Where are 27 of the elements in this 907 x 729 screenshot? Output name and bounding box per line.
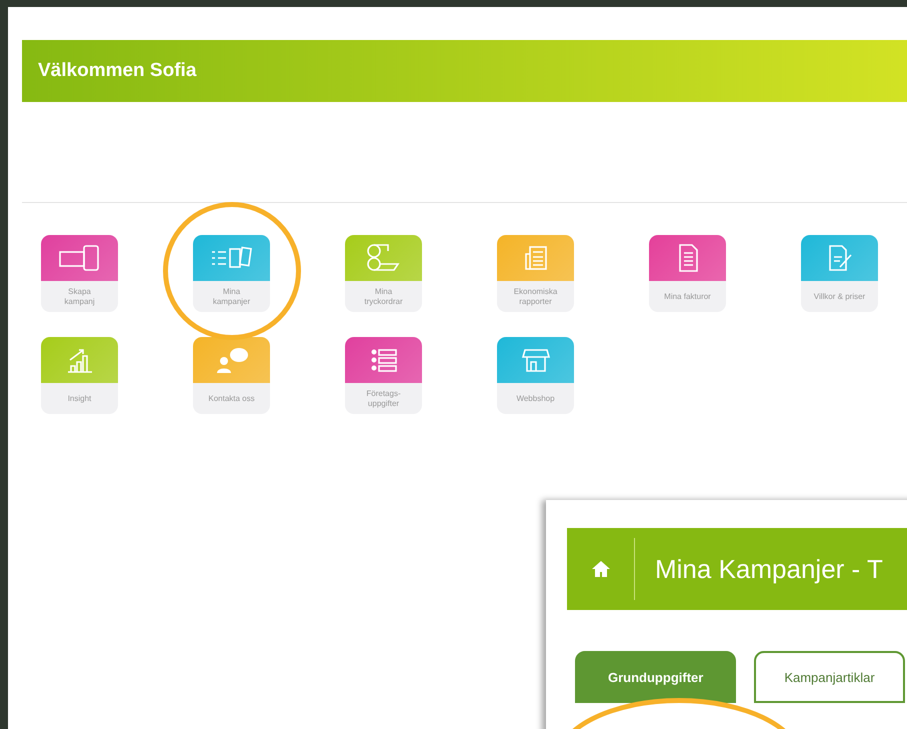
menu-tile[interactable]: Insight [41,337,118,414]
tile-label: Mina fakturor [663,292,712,302]
menu-tile[interactable]: Mina tryckordrar [345,235,422,312]
menu-tile[interactable]: Kontakta oss [193,337,270,414]
welcome-title: Välkommen Sofia [38,60,196,82]
tile-label: Kontakta oss [207,394,256,404]
tile-label: Företags-uppgifter [365,388,402,408]
tab[interactable]: Kampanjartiklar [754,651,905,703]
tile-label: Insight [66,394,92,404]
home-icon[interactable] [591,560,611,578]
menu-tile[interactable]: Skapa kampanj [41,235,118,312]
tile-label: Villkor & priser [812,292,866,302]
phone-tablet-icon [58,244,102,272]
menu-tile[interactable]: Mina fakturor [649,235,726,312]
tile-label: Mina tryckordrar [363,286,404,306]
tile-label: Skapa kampanj [63,286,96,306]
tile-label: Webbshop [515,394,556,404]
tile-label: Ekonomiska rapporter [512,286,558,306]
menu-tile[interactable]: Webbshop [497,337,574,414]
tab[interactable]: Grunduppgifter [575,651,736,703]
storefront-icon [520,346,550,374]
page-title: Mina Kampanjer - T [655,554,883,584]
menu-tile[interactable]: Företags-uppgifter [345,337,422,414]
menu-tile[interactable]: Mina kampanjer [193,235,270,312]
menu-tile[interactable]: Villkor & priser [801,235,878,312]
tile-label: Mina kampanjer [212,286,252,306]
menu-tile[interactable]: Ekonomiska rapporter [497,235,574,312]
